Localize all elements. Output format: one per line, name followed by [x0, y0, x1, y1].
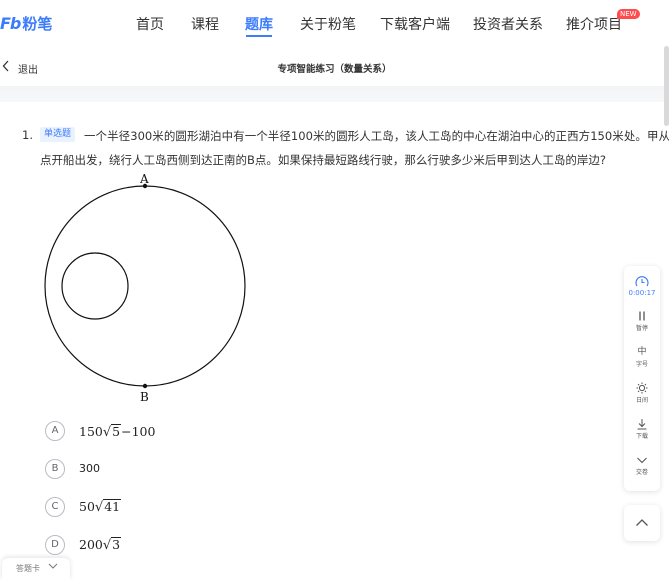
nav-item-referral[interactable]: 推介项目 [566, 14, 622, 34]
nav-item-home[interactable]: 首页 [136, 14, 164, 34]
download-label: 下载 [635, 433, 648, 440]
font-size-label: 字号 [635, 361, 648, 368]
lake-island-diagram: A B [44, 172, 246, 404]
point-b-label: B [140, 390, 149, 404]
scroll-to-top-button[interactable] [624, 505, 660, 541]
exam-toolbar: 0:00:17 暂停 中 字号 日间 下载 交卷 [624, 266, 660, 491]
logo-mark: Fb [0, 13, 21, 33]
chevron-down-icon [48, 563, 58, 569]
lake-circle [44, 185, 246, 387]
nav-item-about[interactable]: 关于粉笔 [300, 14, 356, 34]
check-icon [637, 457, 647, 464]
option-d-coef: 200 [79, 537, 103, 552]
option-d-text[interactable]: 200√3 [79, 537, 122, 553]
logo-text: 粉笔 [22, 14, 53, 33]
timer-value: 0:00:17 [628, 289, 656, 297]
sub-header: 退出 专项智能练习（数量关系） [0, 46, 669, 86]
sqrt-icon: √ [102, 538, 112, 553]
download-button[interactable]: 下载 [624, 418, 660, 440]
island-circle [61, 252, 129, 320]
submit-label: 交卷 [635, 469, 648, 476]
download-icon [637, 419, 647, 430]
pause-button[interactable]: 暂停 [624, 310, 660, 332]
option-c-radicand: 41 [103, 499, 122, 514]
sqrt-icon: √ [94, 500, 104, 515]
submit-button[interactable]: 交卷 [624, 454, 660, 476]
scrollbar[interactable] [664, 46, 669, 126]
question-stem-line-1: 一个半径300米的圆形湖泊中有一个半径100米的圆形人工岛，该人工岛的中心在湖泊… [84, 129, 669, 143]
top-nav: Fb 粉笔 首页 课程 题库 关于粉笔 下载客户端 投资者关系 推介项目 NEW [0, 0, 669, 47]
timer[interactable]: 0:00:17 [624, 276, 660, 297]
answer-card-toggle[interactable]: 答题卡 [2, 558, 70, 580]
option-a-radicand: 5 [111, 424, 122, 439]
page-title: 专项智能练习（数量关系） [277, 64, 392, 75]
option-d-radicand: 3 [111, 537, 122, 552]
option-a-coef: 150 [79, 424, 103, 439]
option-a-button[interactable]: A [45, 421, 65, 441]
option-c-coef: 50 [79, 499, 95, 514]
question-type-badge: 单选题 [40, 127, 76, 142]
point-a-label: A [139, 172, 149, 186]
question-stem-line-2: 点开船出发，绕行人工岛西侧到达正南的B点。如果保持最短路线行驶，那么行驶多少米后… [40, 153, 606, 167]
active-tab-underline [246, 35, 272, 37]
header-divider [0, 86, 669, 102]
answer-card-label: 答题卡 [16, 564, 40, 573]
option-c-text[interactable]: 50√41 [79, 499, 122, 515]
option-a-suffix: −100 [121, 424, 156, 439]
option-a-text[interactable]: 150√5−100 [79, 424, 155, 440]
new-badge: NEW [617, 9, 640, 19]
daylight-label: 日间 [635, 397, 648, 404]
option-c-button[interactable]: C [45, 497, 65, 517]
sun-icon [636, 382, 648, 394]
clock-icon [635, 276, 649, 287]
font-size-icon: 中 [637, 347, 647, 357]
fenbi-logo[interactable]: Fb 粉笔 [0, 12, 52, 34]
font-size-button[interactable]: 中 字号 [624, 346, 660, 368]
daylight-mode-button[interactable]: 日间 [624, 382, 660, 404]
nav-item-courses[interactable]: 课程 [191, 14, 219, 34]
point-b-dot [142, 383, 148, 389]
nav-item-download-client[interactable]: 下载客户端 [380, 14, 450, 34]
option-d-button[interactable]: D [45, 535, 65, 555]
chevron-up-icon [636, 519, 648, 526]
option-b-button[interactable]: B [45, 459, 65, 479]
sqrt-icon: √ [102, 425, 112, 440]
pause-label: 暂停 [635, 325, 648, 332]
question-number: 1. [22, 128, 33, 142]
option-b-text[interactable]: 300 [79, 462, 100, 475]
nav-item-investor-relations[interactable]: 投资者关系 [473, 14, 543, 34]
pause-icon [639, 311, 645, 321]
nav-item-question-bank[interactable]: 题库 [245, 14, 273, 34]
